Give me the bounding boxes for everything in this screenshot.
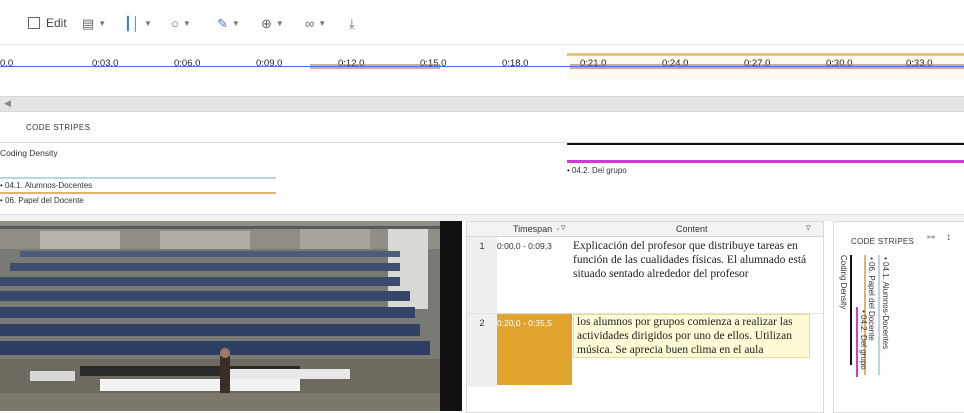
chevron-down-icon: ▼ [182,18,191,28]
link-icon: ∞ [305,15,315,31]
memo-dropdown[interactable]: ▤ ▼ [82,14,106,32]
code-stripe-papel[interactable] [0,192,276,194]
download-icon: ⤓ [349,15,355,31]
timespan-cell[interactable]: 0:00,0 - 0:09,3 [497,241,571,251]
tick-label: 0,0 [0,58,14,69]
horizontal-scrollbar[interactable]: ◀ [0,96,964,112]
circle-icon: ○ [171,15,179,31]
tick-label: 0:06,0 [174,58,201,69]
code-stripe-alumnos[interactable] [878,255,880,375]
stripes-dropdown[interactable]: ┃│ ▼ [124,14,152,32]
table-header: Timespan ⌄∇ Content ∇ [467,222,823,237]
zoom-dropdown[interactable]: ⊕ ▼ [261,14,284,32]
timespan-cell[interactable]: 0:20,0 - 0:35,5 [497,318,571,328]
code-stripe-grupo-label[interactable]: • 04.2. Del grupo [859,310,868,370]
coding-density-label: Coding Density [839,255,848,310]
code-stripes-panel: CODE STRIPES ↦ ↕ Coding Density • 06. Pa… [833,221,964,413]
coding-density-stripe[interactable] [850,255,852,365]
code-stripe-grupo-label[interactable]: • 04.2. Del grupo [567,166,627,175]
code-stripe-alumnos[interactable] [0,177,276,179]
chevron-down-icon: ▼ [275,18,284,28]
edit-toggle[interactable]: Edit [28,14,67,32]
code-stripe-papel-label[interactable]: • 06. Papel del Docente [867,257,876,341]
tick-label: 0:18,0 [502,58,529,69]
video-player[interactable] [0,221,462,411]
memo-icon: ▤ [82,15,95,31]
code-stripe-alumnos-label[interactable]: • 04.1. Alumnos-Docentes [881,257,890,349]
zoom-icon: ⊕ [261,15,272,31]
link-dropdown[interactable]: ∞ ▼ [305,14,326,32]
code-stripes-title: CODE STRIPES [26,123,91,132]
code-stripe-papel-label[interactable]: • 06. Papel del Docente [0,196,84,205]
timeline-axis [0,66,964,67]
tick-label: 0:03,0 [92,58,119,69]
code-stripe-grupo[interactable] [856,307,858,377]
row-number: 2 [467,314,497,387]
video-letterbox [440,221,462,411]
edit-label: Edit [46,16,67,30]
segments-table: Timespan ⌄∇ Content ∇ 1 0:00,0 - 0:09,3 … [466,221,824,413]
expand-icon[interactable]: ↦ [927,232,935,243]
chevron-down-icon: ▼ [143,18,152,28]
coding-density-stripe[interactable] [567,143,964,145]
panel-splitter[interactable] [0,214,964,221]
code-stripe-grupo[interactable] [567,160,964,163]
filter-icon[interactable]: ∇ [806,224,811,232]
code-stripe-alumnos-label[interactable]: • 04.1. Alumnos-Docentes [0,181,92,190]
panel-title: CODE STRIPES [851,237,915,246]
scroll-left-icon[interactable]: ◀ [4,98,11,109]
download-button[interactable]: ⤓ [349,14,355,32]
column-header-content[interactable]: Content [676,224,708,234]
pen-icon: ✎ [217,15,228,31]
video-frame [0,221,462,411]
toolbar: Edit ▤ ▼ ┃│ ▼ ○ ▼ ✎ ▼ ⊕ ▼ ∞ ▼ ⤓ [0,0,964,45]
shape-dropdown[interactable]: ○ ▼ [171,14,191,32]
chevron-down-icon: ▼ [318,18,327,28]
row-number: 1 [467,237,497,313]
edit-checkbox[interactable] [28,17,40,29]
coding-density-label: Coding Density [0,148,58,158]
content-cell[interactable]: Explicación del profesor que distribuye … [573,239,809,281]
pen-dropdown[interactable]: ✎ ▼ [217,14,240,32]
tick-label: 0:09,0 [256,58,283,69]
sort-vertical-icon[interactable]: ↕ [946,232,951,243]
panel-actions: ↦ ↕ [927,232,951,243]
column-header-timespan[interactable]: Timespan [513,224,552,234]
chevron-down-icon: ▼ [98,18,107,28]
chevron-down-icon: ▼ [231,18,240,28]
bars-icon: ┃│ [124,15,140,31]
content-cell[interactable]: los alumnos por grupos comienza a realiz… [573,314,810,358]
sort-filter-icon[interactable]: ⌄∇ [555,224,566,232]
